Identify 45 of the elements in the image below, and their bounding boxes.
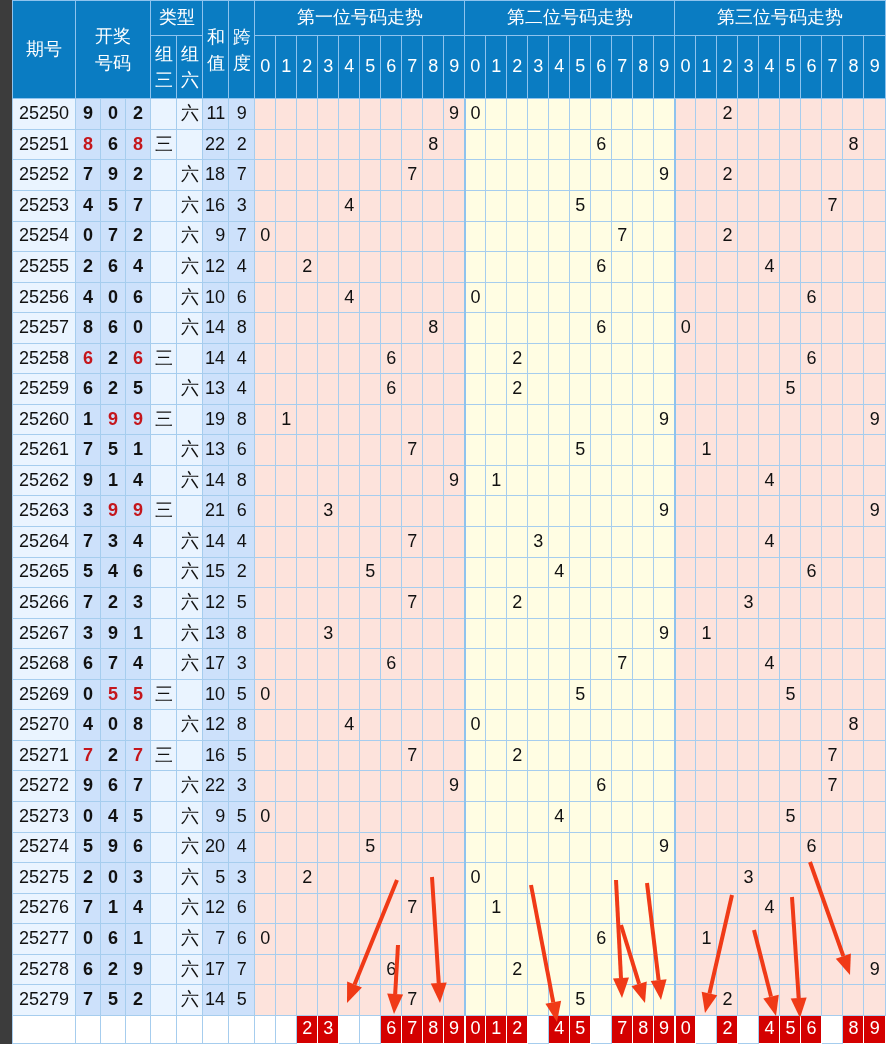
trend-digit: 0 [674, 312, 696, 344]
period-cell: 25274 [12, 832, 76, 863]
period-cell: 25272 [12, 770, 76, 802]
period-cell: 25262 [12, 465, 76, 496]
period-cell: 25257 [12, 312, 76, 344]
period-cell: 25256 [12, 282, 76, 313]
period-cell: 25261 [12, 434, 76, 466]
period-cell: 25250 [12, 98, 76, 130]
period-cell: 25270 [12, 709, 76, 741]
period-cell: 25278 [12, 954, 76, 985]
period-cell: 25255 [12, 251, 76, 283]
period-cell: 25279 [12, 984, 76, 1016]
period-cell: 25258 [12, 343, 76, 374]
period-cell: 25267 [12, 618, 76, 649]
period-cell: 25253 [12, 190, 76, 222]
period-cell: 25266 [12, 587, 76, 619]
period-cell: 25263 [12, 496, 76, 527]
trend-digit: 0 [464, 862, 486, 894]
type-header: 类型 [150, 0, 203, 36]
trend-digit: 0 [464, 282, 486, 313]
period-cell: 25271 [12, 740, 76, 771]
highlighted-digit: 0 [674, 1015, 696, 1044]
period-cell: 25275 [12, 862, 76, 894]
period-cell: 25268 [12, 648, 76, 680]
section-header: 第二位号码走势 [464, 0, 675, 36]
period-cell: 25264 [12, 526, 76, 558]
highlighted-digit: 0 [464, 1015, 486, 1044]
trend-digit: 0 [464, 709, 486, 741]
period-cell: 25265 [12, 557, 76, 588]
period-cell: 25273 [12, 801, 76, 832]
period-cell: 25252 [12, 159, 76, 191]
trend-digit: 0 [464, 98, 486, 130]
period-cell: 25251 [12, 129, 76, 160]
period-cell: 25259 [12, 373, 76, 405]
period-cell: 25254 [12, 221, 76, 252]
period-header: 期号 [12, 0, 76, 99]
sum-header: 和值 [202, 0, 229, 99]
period-cell: 25277 [12, 923, 76, 955]
period-cell: 25260 [12, 404, 76, 435]
period-cell: 25269 [12, 679, 76, 710]
period-cell: 25276 [12, 893, 76, 924]
section-header: 第三位号码走势 [674, 0, 886, 36]
section-header: 第一位号码走势 [254, 0, 465, 36]
draw-number-header: 开奖号码 [75, 0, 151, 99]
span-header: 跨度 [228, 0, 255, 99]
